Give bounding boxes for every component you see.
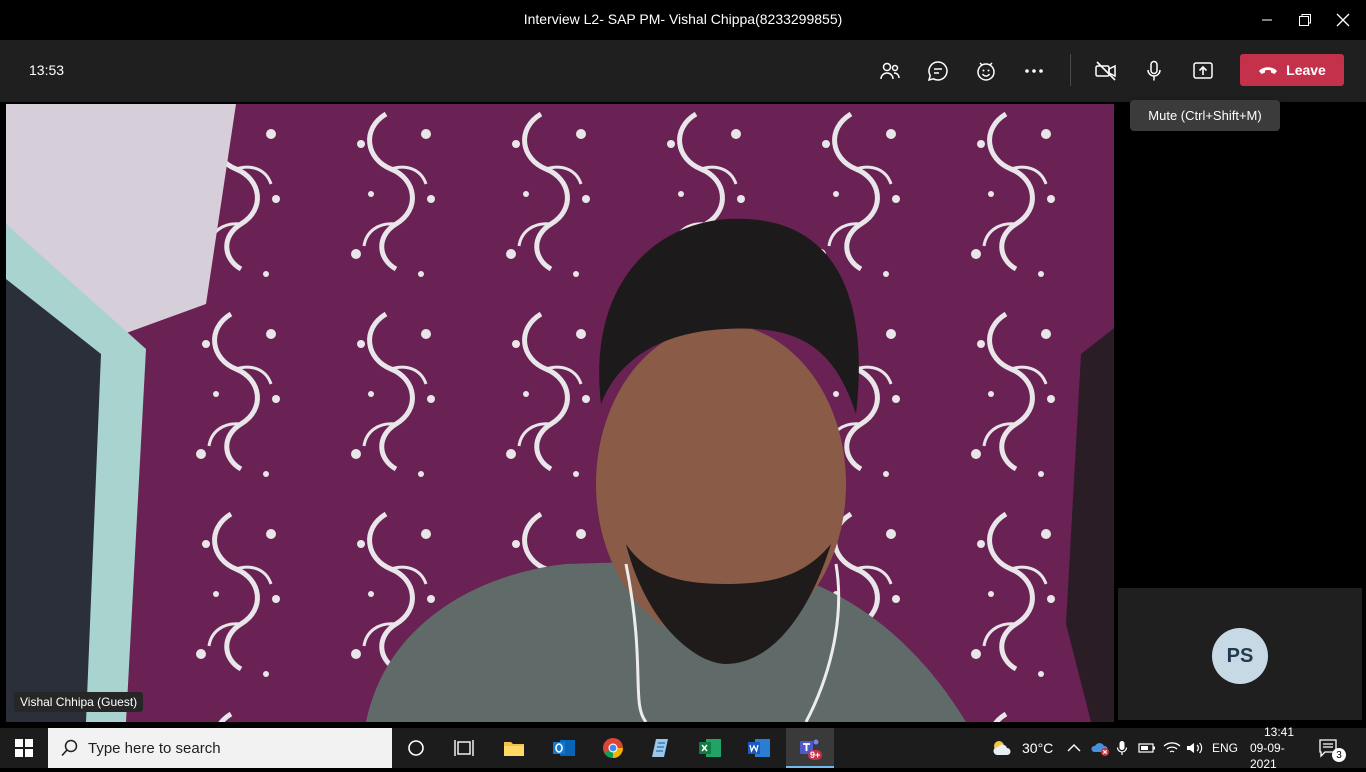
windows-taskbar: Type here to search 9+ 30°C ENG 13:41 09… bbox=[0, 725, 1366, 771]
wifi-icon bbox=[1163, 742, 1181, 753]
clock-tray[interactable]: 13:41 09-09-2021 bbox=[1250, 725, 1308, 771]
self-view-tile: PS bbox=[1118, 588, 1362, 720]
meeting-controls-bar: 13:53 Leave bbox=[0, 40, 1366, 102]
participant-video bbox=[6, 104, 1114, 722]
teams-button[interactable]: 9+ bbox=[786, 728, 834, 768]
onedrive-tray-button[interactable] bbox=[1090, 728, 1110, 768]
notification-count-badge: 3 bbox=[1332, 748, 1346, 762]
camera-toggle-button[interactable] bbox=[1089, 54, 1123, 88]
start-button[interactable] bbox=[0, 728, 48, 768]
reactions-button[interactable] bbox=[969, 54, 1003, 88]
microphone-tray-button[interactable] bbox=[1116, 728, 1128, 768]
microphone-button[interactable] bbox=[1137, 54, 1171, 88]
restore-icon bbox=[1299, 14, 1311, 26]
notepad-icon bbox=[652, 739, 668, 757]
language-label: ENG bbox=[1212, 741, 1239, 755]
camera-off-icon bbox=[1095, 61, 1116, 81]
chrome-icon bbox=[603, 738, 624, 759]
chrome-button[interactable] bbox=[589, 728, 637, 768]
wifi-tray-button[interactable] bbox=[1163, 728, 1181, 768]
search-placeholder: Type here to search bbox=[88, 740, 221, 757]
taskbar-date: 09-09-2021 bbox=[1250, 741, 1285, 771]
toolbar-divider bbox=[1070, 54, 1071, 86]
partly-cloudy-icon bbox=[993, 741, 1011, 755]
window-title: Interview L2- SAP PM- Vishal Chippa(8233… bbox=[523, 11, 843, 27]
cloud-error-icon bbox=[1091, 743, 1109, 756]
participants-icon bbox=[880, 62, 900, 80]
video-frame-image bbox=[6, 104, 1114, 722]
excel-button[interactable] bbox=[686, 728, 734, 768]
participant-name-tag: Vishal Chhipa (Guest) bbox=[14, 692, 144, 712]
reactions-icon bbox=[977, 62, 995, 81]
notifications-button[interactable]: 3 bbox=[1318, 728, 1346, 768]
microphone-tray-icon bbox=[1116, 741, 1128, 755]
outlook-button[interactable] bbox=[540, 728, 588, 768]
minimize-icon bbox=[1262, 19, 1272, 21]
cortana-button[interactable] bbox=[392, 728, 440, 768]
weather-widget[interactable]: 30°C bbox=[990, 728, 1053, 768]
chat-icon bbox=[927, 61, 948, 82]
battery-tray-button[interactable] bbox=[1138, 728, 1156, 768]
title-bar: Interview L2- SAP PM- Vishal Chippa(8233… bbox=[0, 0, 1366, 40]
outlook-icon bbox=[553, 740, 575, 756]
show-hidden-icons-button[interactable] bbox=[1067, 728, 1081, 768]
share-content-button[interactable] bbox=[1186, 54, 1220, 88]
avatar: PS bbox=[1212, 628, 1268, 684]
battery-icon bbox=[1138, 743, 1155, 753]
notepad-button[interactable] bbox=[637, 728, 685, 768]
task-view-icon bbox=[454, 740, 474, 756]
word-button[interactable] bbox=[735, 728, 783, 768]
mute-tooltip: Mute (Ctrl+Shift+M) bbox=[1130, 100, 1280, 131]
participants-button[interactable] bbox=[873, 54, 907, 88]
folder-icon bbox=[504, 742, 524, 756]
search-icon bbox=[61, 739, 78, 757]
close-icon bbox=[1336, 13, 1350, 27]
speaker-icon bbox=[1187, 742, 1203, 754]
leave-label: Leave bbox=[1286, 62, 1326, 78]
taskbar-search-box[interactable]: Type here to search bbox=[48, 728, 392, 768]
file-explorer-button[interactable] bbox=[490, 728, 538, 768]
language-indicator[interactable]: ENG bbox=[1212, 728, 1238, 768]
microphone-icon bbox=[1147, 60, 1161, 81]
teams-badge: 9+ bbox=[808, 750, 823, 760]
volume-tray-button[interactable] bbox=[1186, 728, 1204, 768]
weather-temperature: 30°C bbox=[1022, 740, 1054, 756]
more-icon bbox=[1025, 69, 1043, 73]
task-view-button[interactable] bbox=[440, 728, 488, 768]
cortana-icon bbox=[408, 740, 424, 756]
chat-button[interactable] bbox=[921, 54, 955, 88]
leave-button[interactable]: Leave bbox=[1240, 54, 1344, 86]
chevron-up-icon bbox=[1067, 744, 1081, 752]
excel-icon bbox=[699, 739, 721, 757]
meeting-timer: 13:53 bbox=[29, 62, 65, 78]
windows-logo-icon bbox=[15, 739, 33, 757]
hang-up-icon bbox=[1259, 67, 1278, 74]
close-button[interactable] bbox=[1320, 0, 1366, 40]
word-icon bbox=[748, 739, 770, 757]
taskbar-time: 13:41 bbox=[1263, 725, 1295, 739]
more-actions-button[interactable] bbox=[1017, 54, 1051, 88]
share-icon bbox=[1193, 62, 1213, 79]
